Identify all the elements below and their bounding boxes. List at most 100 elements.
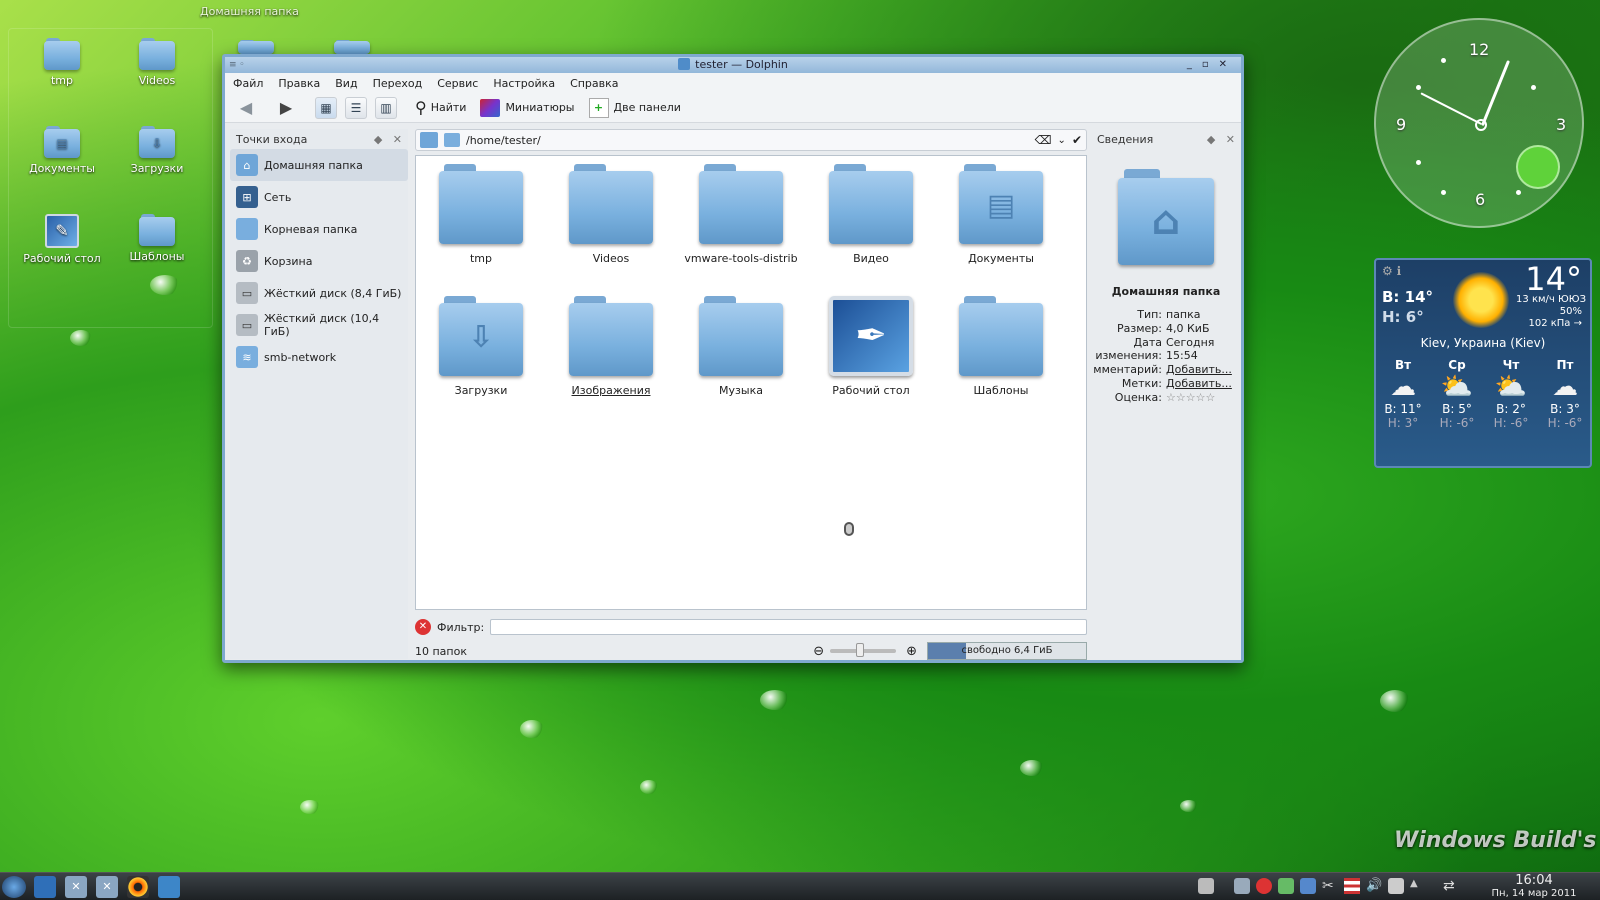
menu-file[interactable]: Файл	[233, 77, 263, 90]
float-icon[interactable]: ◆	[1207, 133, 1215, 146]
folder-icon	[44, 38, 80, 70]
toolbar: ◀ ▶ ▦ ☰ ▥ ⚲ Найти Миниатюры + Две панели	[225, 93, 1241, 123]
home-icon: ⌂	[236, 154, 258, 176]
alert-icon[interactable]	[1256, 878, 1272, 894]
start-menu-icon[interactable]	[2, 876, 26, 898]
file-item[interactable]: ⇩ Загрузки	[421, 296, 541, 397]
downloads-folder-icon: ⇩	[439, 296, 523, 376]
thumbnails-button[interactable]: Миниатюры	[480, 98, 575, 117]
trash-tray-icon[interactable]	[1198, 878, 1214, 894]
path-input[interactable]: /home/tester/	[466, 134, 1035, 147]
folder-icon	[699, 164, 783, 244]
file-item[interactable]: ✒ Рабочий стол	[811, 296, 931, 397]
columns-view-button[interactable]: ▥	[375, 96, 401, 119]
desktop-icon-desktop[interactable]: ✎ Рабочий стол	[22, 214, 102, 265]
file-item[interactable]: vmware-tools-distrib	[681, 164, 801, 265]
menubar: Файл Правка Вид Переход Сервис Настройка…	[225, 73, 1241, 93]
folder-icon	[334, 40, 370, 54]
tools-icon[interactable]: ✕	[65, 876, 87, 898]
close-filter-icon[interactable]: ✕	[415, 619, 431, 635]
desktop-icon[interactable]	[34, 876, 56, 898]
forecast-low: Н: -6°	[1547, 416, 1583, 430]
forecast-day-name: Ср	[1448, 358, 1466, 372]
network-tray-icon[interactable]	[1278, 878, 1294, 894]
zoom-slider-handle[interactable]	[856, 643, 865, 657]
close-icon[interactable]: ✕	[1219, 59, 1237, 70]
status-bar: 10 папок ⊖ ⊕ свободно 6,4 ГиБ	[415, 641, 1087, 661]
desktop-icon-documents[interactable]: ▤ Документы	[22, 126, 102, 175]
forward-button[interactable]: ▶	[275, 97, 301, 119]
cloud-rain-icon: ☁	[1390, 372, 1416, 402]
tray-expand-icon[interactable]: ▲	[1410, 878, 1426, 894]
add-tags-link[interactable]: Добавить...	[1166, 377, 1232, 390]
forecast-day-name: Пт	[1556, 358, 1574, 372]
location-bar[interactable]: /home/tester/ ⌫ ⌄ ✔	[415, 129, 1087, 151]
water-drop	[70, 330, 92, 346]
desktop-icon-downloads[interactable]: ⇩ Загрузки	[117, 126, 197, 175]
clock-minute-hand	[1481, 60, 1511, 127]
find-button[interactable]: ⚲ Найти	[415, 98, 466, 117]
add-comment-link[interactable]: Добавить...	[1166, 363, 1232, 376]
file-item[interactable]: ▤ Документы	[941, 164, 1061, 265]
place-network[interactable]: ⊞ Сеть	[230, 181, 408, 213]
file-item[interactable]: Шаблоны	[941, 296, 1061, 397]
window-menu-icon[interactable]: ≡ ◦	[229, 57, 245, 73]
back-button[interactable]: ◀	[235, 97, 261, 119]
file-item[interactable]: Изображения	[551, 296, 671, 397]
place-disk-2[interactable]: ▭ Жёсткий диск (10,4 ГиБ)	[230, 309, 408, 341]
keyboard-layout-flag-icon[interactable]	[1344, 878, 1360, 894]
desktop-icon-templates[interactable]: Шаблоны	[117, 214, 197, 263]
updates-icon[interactable]	[1300, 878, 1316, 894]
menu-go[interactable]: Переход	[373, 77, 423, 90]
file-item[interactable]: Музыка	[681, 296, 801, 397]
place-home[interactable]: ⌂ Домашняя папка	[230, 149, 408, 181]
split-view-button[interactable]: + Две панели	[588, 97, 681, 118]
history-dropdown-icon[interactable]: ⌄	[1058, 135, 1066, 146]
rating-stars[interactable]: ☆☆☆☆☆	[1166, 391, 1215, 404]
icons-view-button[interactable]: ▦	[315, 96, 341, 119]
home-location-icon[interactable]	[420, 132, 438, 148]
volume-icon[interactable]: 🔊	[1366, 878, 1382, 894]
device-icon[interactable]	[1388, 878, 1404, 894]
menu-tools[interactable]: Сервис	[437, 77, 478, 90]
close-panel-icon[interactable]: ✕	[393, 133, 402, 146]
file-grid[interactable]: tmp Videos vmware-tools-distrib Видео ▤ Д…	[415, 155, 1087, 610]
close-panel-icon[interactable]: ✕	[1226, 133, 1235, 146]
filter-input[interactable]	[490, 619, 1087, 635]
file-item[interactable]: Видео	[811, 164, 931, 265]
file-item[interactable]: tmp	[421, 164, 541, 265]
window-titlebar[interactable]: ≡ ◦ tester — Dolphin _▫✕	[225, 57, 1241, 73]
place-disk-1[interactable]: ▭ Жёсткий диск (8,4 ГиБ)	[230, 277, 408, 309]
file-item[interactable]: Videos	[551, 164, 671, 265]
clipboard-icon[interactable]: ✂	[1322, 878, 1338, 894]
place-trash[interactable]: ♻ Корзина	[230, 245, 408, 277]
thumbnails-label: Миниатюры	[505, 101, 575, 114]
info-time-value: 15:54	[1166, 349, 1198, 362]
confirm-path-icon[interactable]: ✔	[1072, 133, 1082, 147]
place-root[interactable]: Корневая папка	[230, 213, 408, 245]
clear-path-icon[interactable]: ⌫	[1035, 133, 1052, 147]
network-icon: ⊞	[236, 186, 258, 208]
settings-icon[interactable]: ⚙ ℹ	[1382, 264, 1401, 278]
menu-edit[interactable]: Правка	[278, 77, 320, 90]
menu-help[interactable]: Справка	[570, 77, 618, 90]
desktop-icon-tmp[interactable]: tmp	[22, 38, 102, 87]
network-manager-icon[interactable]: ⇄	[1443, 878, 1459, 894]
float-icon[interactable]: ◆	[374, 133, 382, 146]
place-smb[interactable]: ≋ smb-network	[230, 341, 408, 373]
desktop-icon-videos[interactable]: Videos	[117, 38, 197, 87]
media-player-icon[interactable]	[127, 876, 149, 898]
zoom-out-icon[interactable]: ⊖	[813, 644, 824, 659]
details-view-button[interactable]: ☰	[345, 96, 371, 119]
menu-settings[interactable]: Настройка	[493, 77, 555, 90]
zoom-slider[interactable]	[830, 643, 897, 657]
folder-icon	[139, 38, 175, 70]
info-tray-icon[interactable]	[1234, 878, 1250, 894]
menu-view[interactable]: Вид	[335, 77, 357, 90]
minimize-icon[interactable]: _	[1187, 59, 1202, 70]
clock-display[interactable]: 16:04 Пн, 14 мар 2011	[1484, 873, 1584, 899]
settings-icon[interactable]: ✕	[96, 876, 118, 898]
maximize-icon[interactable]: ▫	[1202, 59, 1219, 70]
dolphin-task-icon[interactable]	[158, 876, 180, 898]
zoom-in-icon[interactable]: ⊕	[906, 644, 917, 659]
